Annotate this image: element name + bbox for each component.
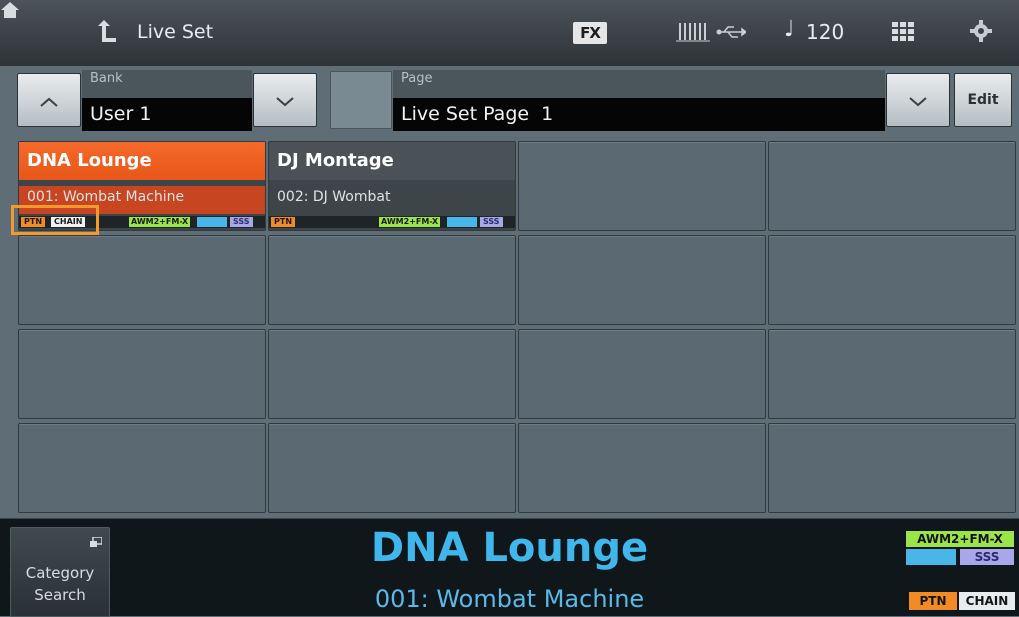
bank-page-selector: Bank User 1 Page Live Set Page 1 Edit	[0, 66, 1019, 132]
tempo-value[interactable]: 120	[806, 20, 844, 44]
live-set-grid: DNA Lounge 001: Wombat Machine PTN CHAIN…	[18, 141, 1016, 513]
slot-5[interactable]	[18, 235, 266, 325]
up-arrow-icon[interactable]	[96, 20, 118, 48]
slot-title: DNA Lounge	[19, 142, 265, 180]
slot-16[interactable]	[768, 423, 1016, 513]
edit-button[interactable]: Edit	[954, 73, 1012, 127]
slot-12[interactable]	[768, 329, 1016, 419]
slot-8[interactable]	[768, 235, 1016, 325]
fx-icon[interactable]: FX	[573, 22, 607, 44]
sss-badge: SSS	[960, 549, 1014, 565]
usb-icon	[716, 24, 748, 44]
chevron-down-icon	[276, 88, 294, 112]
ptn-badge: PTN	[909, 592, 957, 610]
bank-field[interactable]: Bank User 1	[82, 70, 252, 131]
chevron-down-icon	[909, 88, 927, 112]
gear-icon[interactable]	[970, 20, 992, 46]
motion-control-icon	[906, 549, 956, 565]
grid-icon[interactable]	[892, 22, 914, 46]
slot-7[interactable]	[518, 235, 766, 325]
popup-icon	[90, 532, 103, 551]
slot-4[interactable]	[768, 141, 1016, 231]
page-label: Page	[393, 70, 885, 98]
slot-10[interactable]	[268, 329, 516, 419]
bank-value: User 1	[82, 98, 252, 131]
performance-name: DNA Lounge	[370, 525, 649, 571]
top-bar: Live Set FX ♩ 120	[0, 0, 1019, 67]
screen-title: Live Set	[137, 21, 214, 43]
performance-info-bar: Category Search DNA Lounge 001: Wombat M…	[0, 518, 1019, 617]
slot-11[interactable]	[518, 329, 766, 419]
performance-number: 001: Wombat Machine	[374, 585, 645, 613]
slot-2[interactable]: DJ Montage 002: DJ Wombat PTN AWM2+FM-X …	[268, 141, 516, 231]
slot-9[interactable]	[18, 329, 266, 419]
awm-fmx-badge: AWM2+FM-X	[906, 531, 1014, 547]
bank-label: Bank	[82, 70, 252, 98]
chain-badge: CHAIN	[959, 592, 1015, 610]
midi-icon	[676, 20, 710, 46]
slot-14[interactable]	[268, 423, 516, 513]
cursor-highlight	[11, 205, 99, 235]
home-icon[interactable]	[0, 2, 20, 24]
motion-control-icon	[197, 217, 227, 227]
page-thumbnail	[330, 71, 392, 129]
slot-badges: PTN AWM2+FM-X SSS	[269, 216, 515, 228]
tempo-note-icon: ♩	[784, 17, 795, 42]
bank-up-button[interactable]	[17, 73, 81, 127]
sss-badge: SSS	[230, 217, 253, 227]
slot-6[interactable]	[268, 235, 516, 325]
category-search-button[interactable]: Category Search	[10, 527, 110, 617]
slot-15[interactable]	[518, 423, 766, 513]
slot-subtitle: 002: DJ Wombat	[269, 186, 515, 214]
ptn-badge: PTN	[271, 217, 296, 227]
page-field[interactable]: Page Live Set Page 1	[393, 70, 885, 131]
page-value: Live Set Page 1	[393, 98, 885, 131]
page-down-button[interactable]	[886, 73, 950, 127]
chevron-up-icon	[40, 88, 58, 112]
awm-fmx-badge: AWM2+FM-X	[379, 217, 441, 227]
slot-3[interactable]	[518, 141, 766, 231]
category-search-label: Category Search	[25, 564, 95, 604]
sss-badge: SSS	[480, 217, 503, 227]
slot-13[interactable]	[18, 423, 266, 513]
slot-title: DJ Montage	[269, 142, 515, 180]
bank-down-button[interactable]	[253, 73, 317, 127]
awm-fmx-badge: AWM2+FM-X	[129, 217, 191, 227]
motion-control-icon	[447, 217, 477, 227]
